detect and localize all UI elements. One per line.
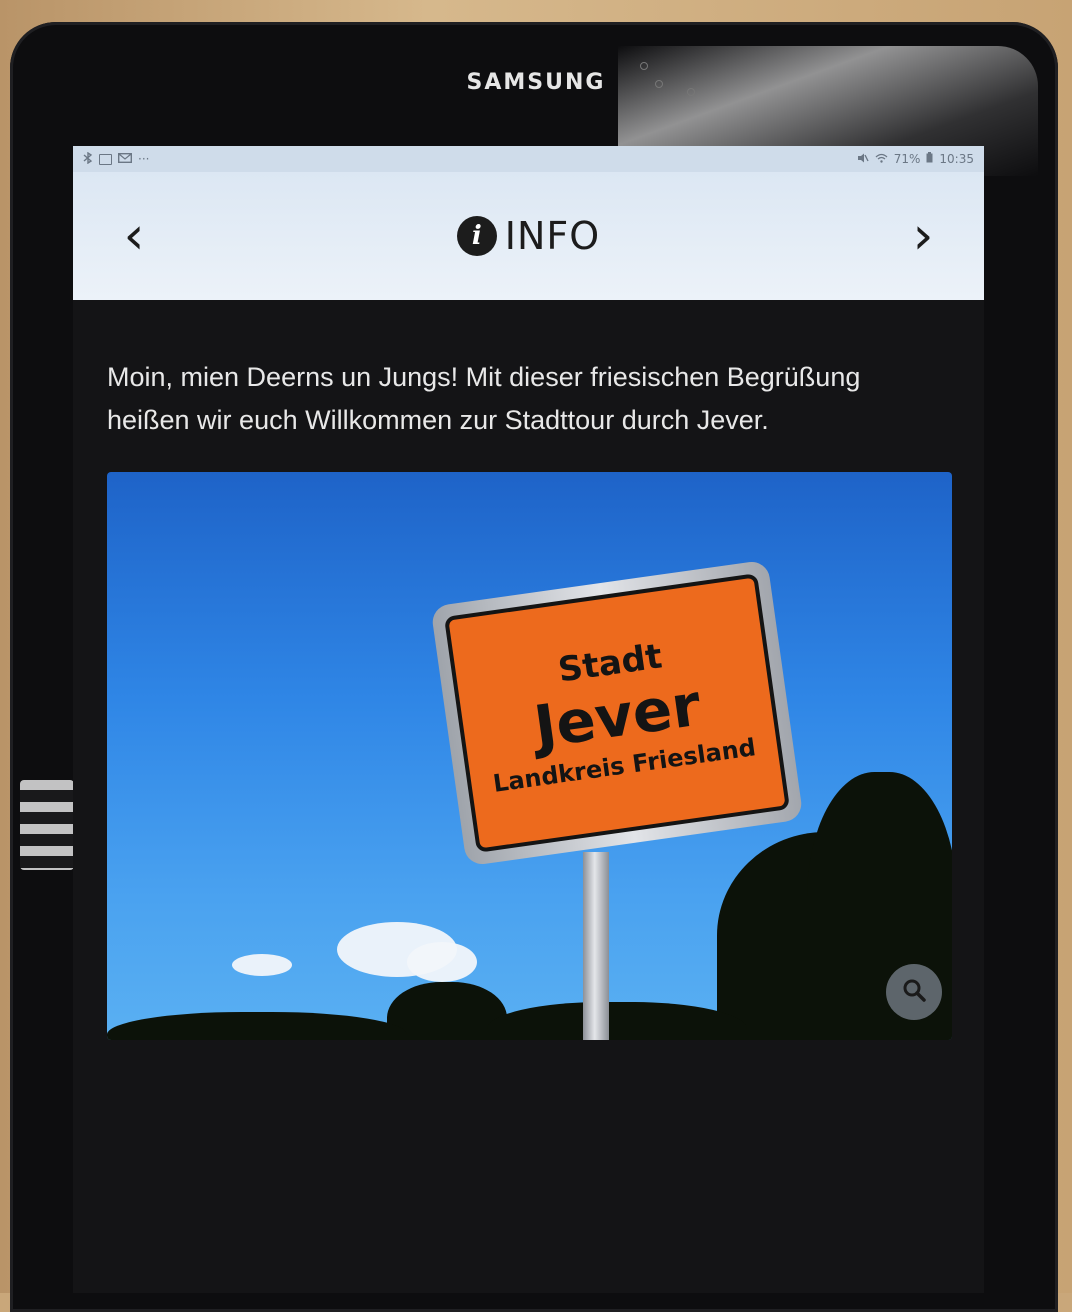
status-right-group: 71% 10:35 (857, 152, 974, 166)
front-camera-icon (640, 62, 648, 70)
window-reflection (20, 780, 74, 870)
light-sensor-icon (655, 80, 663, 88)
previous-button[interactable]: ‹ (109, 210, 159, 262)
status-left-group: ··· (83, 151, 150, 167)
page-title-group: i INFO (456, 214, 601, 258)
zoom-button[interactable] (886, 964, 942, 1020)
cloud-shape (232, 954, 292, 976)
magnifier-icon (901, 977, 927, 1007)
battery-percent: 71% (893, 152, 921, 166)
mute-icon (857, 152, 869, 166)
mail-icon (117, 152, 133, 166)
status-bar: ··· 71% 10:35 (73, 146, 984, 172)
intro-text: Moin, mien Deerns un Jungs! Mit dieser f… (107, 362, 861, 435)
app-screen: ··· 71% 10:35 ‹ i INFO › Moin, mien Deer… (73, 146, 984, 1293)
bluetooth-icon (83, 151, 93, 167)
page-title: INFO (504, 214, 601, 258)
town-sign: Stadt Jever Landkreis Friesland (430, 559, 804, 867)
wifi-icon (875, 152, 888, 166)
town-sign-photo[interactable]: Stadt Jever Landkreis Friesland (107, 472, 952, 1040)
proximity-sensor-icon (687, 88, 695, 96)
cloud-shape (407, 942, 477, 982)
info-icon: i (456, 216, 497, 256)
main-content: Moin, mien Deerns un Jungs! Mit dieser f… (73, 300, 984, 1040)
town-sign-face: Stadt Jever Landkreis Friesland (443, 573, 791, 853)
sign-pole (583, 852, 609, 1040)
app-header: ‹ i INFO › (73, 172, 984, 300)
tree-silhouette (487, 1002, 747, 1040)
clock: 10:35 (939, 152, 974, 166)
device-brand-logo: SAMSUNG (466, 70, 606, 95)
next-button[interactable]: › (898, 210, 948, 262)
tree-silhouette (107, 1012, 407, 1040)
screenshot-icon (99, 153, 112, 165)
battery-icon (926, 152, 933, 166)
more-icon: ··· (138, 152, 150, 166)
